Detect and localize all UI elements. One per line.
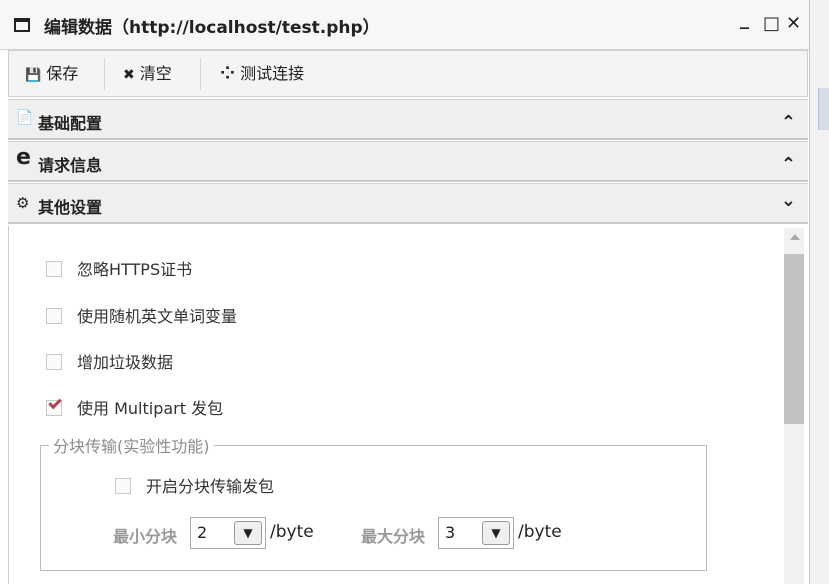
chunked-transfer-legend: 分块传输(实验性功能) [53,437,210,456]
save-button[interactable]: 💾 保存 [25,61,78,87]
chevron-down-icon[interactable]: ▼ [482,521,510,545]
close-icon[interactable]: ✕ [786,14,801,34]
gears-icon: ⚙ [16,194,30,212]
maximize-icon[interactable]: □ [763,14,780,34]
window-title: 编辑数据（http://localhost/test.php） [44,18,380,38]
background-panel-edge [818,88,829,130]
min-chunk-label: 最小分块 [113,527,178,546]
scrollbar-thumb[interactable] [784,254,804,424]
chevron-up-icon: ⌃ [780,112,796,133]
clear-icon: ✖ [123,67,135,83]
chunked-transfer-group: 分块传输(实验性功能) [40,433,707,571]
max-chunk-label: 最大分块 [361,527,426,546]
checkbox[interactable] [115,478,131,494]
chevron-up-icon: ⌃ [780,154,796,175]
panel-request-info[interactable]: e 请求信息 ⌃ [8,141,808,182]
test-connection-label: 测试连接 [240,64,305,83]
chevron-down-icon[interactable]: ▼ [234,521,262,545]
option-label: 使用随机英文单词变量 [77,307,238,326]
toolbar: 💾 保存 ✖ 清空 ⁘ 测试连接 [8,50,808,97]
edge-browser-icon: e [16,145,31,170]
save-label: 保存 [46,64,79,83]
toolbar-divider [200,58,201,90]
minimize-icon[interactable]: _ [740,10,749,30]
test-connection-button[interactable]: ⁘ 测试连接 [220,61,304,87]
save-icon: 💾 [25,68,42,83]
chevron-down-icon: ⌄ [780,190,796,211]
checkbox-checked[interactable] [46,395,62,416]
scroll-up-arrow-icon[interactable] [790,234,800,240]
background-window-edge [810,0,829,584]
max-chunk-unit: /byte [518,522,562,542]
select-value: 2 [197,523,208,542]
min-chunk-unit: /byte [270,522,314,542]
clear-label: 清空 [139,64,172,83]
min-chunk-select[interactable]: 2 ▼ [190,517,266,549]
checkbox[interactable] [46,308,62,324]
select-value: 3 [445,523,456,542]
option-label: 增加垃圾数据 [77,353,174,372]
option-label: 忽略HTTPS证书 [77,260,193,279]
spinner-icon: ⁘ [220,63,236,84]
document-icon: 📄 [16,110,34,126]
clear-button[interactable]: ✖ 清空 [123,61,172,87]
panel-other-settings[interactable]: ⚙ 其他设置 ⌄ [8,183,808,224]
panel-label: 基础配置 [38,114,103,133]
panel-label: 请求信息 [38,156,103,175]
max-chunk-select[interactable]: 3 ▼ [438,517,514,549]
checkbox[interactable] [46,354,62,370]
toolbar-divider [104,58,105,90]
title-bar[interactable]: 编辑数据（http://localhost/test.php） _ □ ✕ [0,0,809,50]
option-label: 使用 Multipart 发包 [77,399,224,418]
window-icon [14,18,30,32]
panel-basic-config[interactable]: 📄 基础配置 ⌃ [8,99,808,140]
option-label: 开启分块传输发包 [146,477,275,496]
panel-label: 其他设置 [38,198,103,217]
checkbox[interactable] [46,261,62,277]
edit-data-window: 编辑数据（http://localhost/test.php） _ □ ✕ 💾 保… [0,0,810,584]
